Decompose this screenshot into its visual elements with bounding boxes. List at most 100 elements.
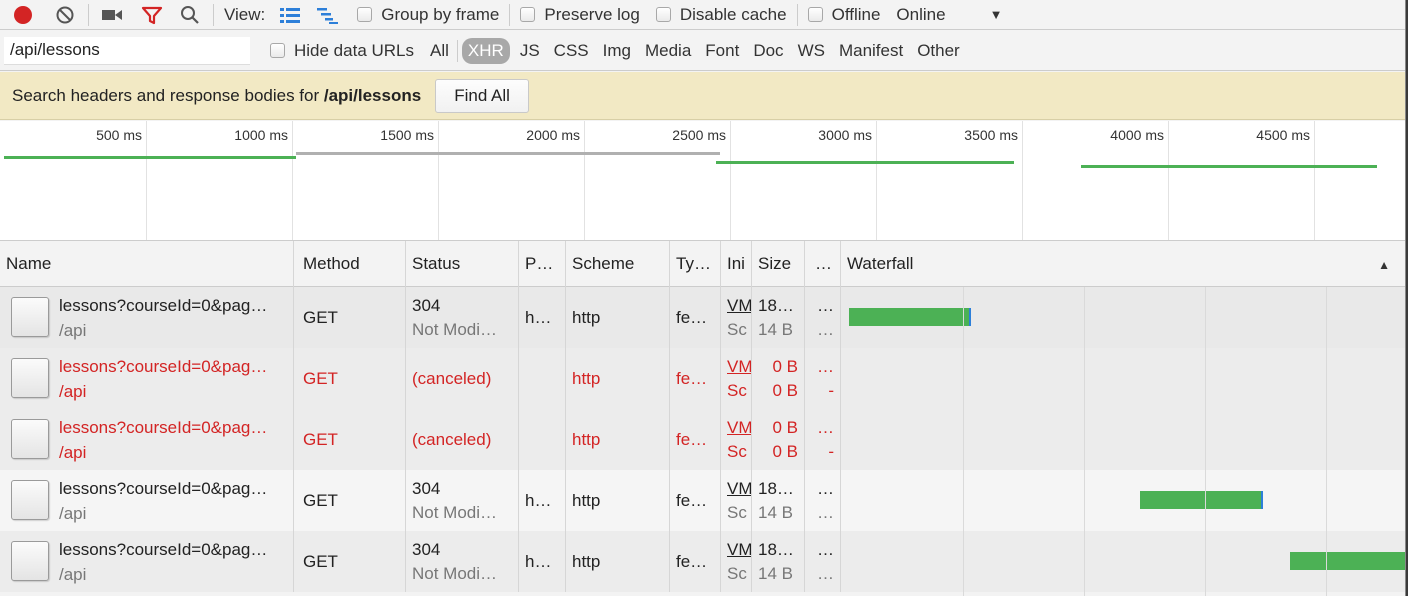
filter-toggle-button[interactable] [139, 2, 165, 28]
initiator-link[interactable]: VM [727, 357, 751, 377]
column-header-protocol[interactable]: P… [519, 241, 566, 287]
protocol-value: h… [525, 307, 552, 327]
column-header-initiator[interactable]: Ini [721, 241, 752, 287]
initiator-link[interactable]: VM [727, 479, 751, 499]
hide-data-urls-label: Hide data URLs [294, 40, 415, 60]
network-toolbar: View: Group by frame Preserve log Disabl… [0, 0, 1405, 30]
filter-type-css[interactable]: CSS [550, 38, 593, 64]
column-header-type[interactable]: Ty… [670, 241, 721, 287]
disable-cache-checkbox[interactable] [655, 7, 671, 22]
filter-type-manifest[interactable]: Manifest [835, 38, 907, 64]
initiator-link[interactable]: VM [727, 296, 751, 316]
filter-type-media[interactable]: Media [641, 38, 695, 64]
offline-option[interactable]: Offline [807, 5, 880, 25]
capture-screenshots-button[interactable] [99, 2, 125, 28]
type-value: fe… [676, 368, 708, 388]
scheme-cell: http [566, 409, 670, 470]
hide-data-urls-option[interactable]: Hide data URLs [270, 41, 414, 61]
column-header-name[interactable]: Name [0, 241, 294, 287]
find-all-button[interactable]: Find All [435, 78, 529, 113]
table-row[interactable]: lessons?courseId=0&pag… /api GET (cancel… [0, 409, 1405, 470]
column-header-waterfall[interactable]: Waterfall ▲ [841, 241, 1405, 287]
method-value: GET [303, 429, 338, 449]
table-row[interactable]: lessons?courseId=0&pag… /api GET 304 Not … [0, 531, 1405, 592]
table-row[interactable]: lessons?courseId=0&pag… /api GET 304 Not … [0, 287, 1405, 348]
status-code: 304 [412, 539, 441, 559]
protocol-cell: h… [519, 531, 566, 592]
name-cell: lessons?courseId=0&pag… /api [0, 470, 294, 531]
scheme-cell: http [566, 470, 670, 531]
filter-type-doc[interactable]: Doc [749, 38, 787, 64]
scheme-value: http [572, 368, 601, 388]
waterfall-gridline [963, 287, 964, 596]
filter-type-xhr[interactable]: XHR [461, 37, 510, 64]
search-query: /api/lessons [323, 85, 422, 105]
overview-gridline [1022, 121, 1023, 240]
request-name: lessons?courseId=0&pag… [59, 479, 268, 498]
column-header-status[interactable]: Status [406, 241, 519, 287]
overview-toggle-button[interactable] [315, 2, 341, 28]
column-header-scheme[interactable]: Scheme [566, 241, 670, 287]
overview-tick: 1000 ms [234, 127, 288, 143]
request-path: /api [59, 565, 87, 584]
overview-tick: 4500 ms [1256, 127, 1310, 143]
waterfall-bar [1290, 552, 1405, 570]
devtools-network-panel: View: Group by frame Preserve log Disabl… [0, 0, 1406, 596]
time-value: … [817, 417, 834, 437]
initiator-link[interactable]: VM [727, 418, 751, 438]
column-header-method[interactable]: Method [295, 241, 406, 287]
status-code: 304 [412, 478, 441, 498]
size-transferred: 18… [758, 295, 794, 315]
search-button[interactable] [177, 2, 203, 28]
preserve-log-option[interactable]: Preserve log [520, 5, 640, 25]
scheme-value: http [572, 551, 601, 571]
throttling-select[interactable]: Online ▼ [896, 5, 1002, 25]
column-header-time[interactable]: … [805, 241, 841, 287]
request-path: /api [59, 321, 87, 340]
name-cell: lessons?courseId=0&pag… /api [0, 409, 294, 470]
name-cell: lessons?courseId=0&pag… /api [0, 531, 294, 592]
overview-gridline [730, 121, 731, 240]
filter-type-img[interactable]: Img [599, 38, 635, 64]
size-resource: 14 B [758, 319, 793, 339]
sort-ascending-icon: ▲ [1378, 258, 1390, 272]
group-by-frame-option[interactable]: Group by frame [357, 5, 499, 25]
protocol-cell [519, 348, 566, 409]
filter-type-all[interactable]: All [426, 38, 453, 64]
filter-type-other[interactable]: Other [913, 38, 964, 64]
column-header-size[interactable]: Size [752, 241, 805, 287]
filter-input[interactable] [4, 36, 250, 65]
time-latency: … [817, 563, 834, 583]
filter-type-js[interactable]: JS [516, 38, 544, 64]
initiator-link[interactable]: VM [727, 540, 751, 560]
initiator-cell: VM Sc [721, 470, 752, 531]
size-resource: 14 B [758, 563, 793, 583]
group-by-frame-checkbox[interactable] [357, 7, 373, 22]
protocol-cell: h… [519, 470, 566, 531]
list-view-icon [280, 7, 301, 23]
offline-checkbox[interactable] [807, 7, 823, 22]
initiator-type: Sc [727, 441, 747, 461]
table-row[interactable]: lessons?courseId=0&pag… /api GET (cancel… [0, 348, 1405, 409]
overview-gridline [438, 121, 439, 240]
timeline-overview[interactable]: 500 ms 1000 ms 1500 ms 2000 ms 2500 ms 3… [0, 121, 1405, 241]
large-rows-button[interactable] [277, 2, 303, 28]
overview-tick: 500 ms [96, 127, 142, 143]
hide-data-urls-checkbox[interactable] [270, 43, 285, 58]
time-latency: … [817, 502, 834, 522]
size-resource: 0 B [772, 380, 798, 400]
waterfall-icon [317, 7, 339, 24]
filter-type-font[interactable]: Font [701, 38, 743, 64]
method-cell: GET [295, 531, 406, 592]
overview-gridline [1314, 121, 1315, 240]
clear-button[interactable] [52, 2, 78, 28]
record-button[interactable] [10, 2, 36, 28]
initiator-cell: VM Sc [721, 409, 752, 470]
filter-type-ws[interactable]: WS [794, 38, 829, 64]
table-row[interactable]: lessons?courseId=0&pag… /api GET 304 Not … [0, 470, 1405, 531]
search-prefix: Search headers and response bodies for [12, 85, 324, 105]
request-name: lessons?courseId=0&pag… [59, 540, 268, 559]
preserve-log-checkbox[interactable] [520, 7, 536, 22]
file-icon [11, 480, 49, 520]
disable-cache-option[interactable]: Disable cache [655, 5, 787, 25]
